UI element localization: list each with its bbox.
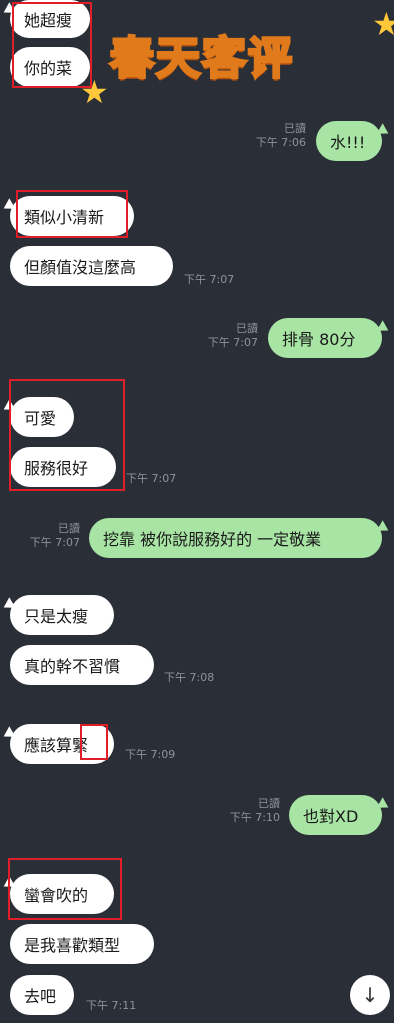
message-outgoing[interactable]: 排骨 80分 [268, 318, 382, 358]
message-text: 蠻會吹的 [24, 886, 89, 905]
message-meta: 已讀 下午 7:07 [14, 522, 80, 550]
message-time: 下午 7:07 [184, 273, 235, 286]
message-incoming[interactable]: 可愛 [10, 397, 74, 437]
message-text: 挖靠 被你說服務好的 一定敬業 [103, 530, 322, 549]
message-text: 也對XD [303, 807, 359, 826]
message-time: 下午 7:10 [229, 811, 280, 824]
read-receipt: 已讀 [236, 322, 258, 335]
message-incoming[interactable]: 你的菜 [10, 47, 90, 87]
message-meta: 下午 7:07 [184, 273, 234, 287]
message-time: 下午 7:07 [207, 336, 258, 349]
message-text: 她超瘦 [24, 11, 73, 30]
message-time: 下午 7:07 [126, 472, 177, 485]
message-incoming[interactable]: 只是太瘦 [10, 595, 114, 635]
message-meta: 下午 7:08 [164, 671, 214, 685]
message-text: 只是太瘦 [24, 607, 89, 626]
read-receipt: 已讀 [284, 122, 306, 135]
banner-title: 春天客评 [109, 32, 294, 86]
read-receipt: 已讀 [258, 797, 280, 810]
message-meta: 下午 7:09 [125, 748, 175, 762]
message-meta: 已讀 下午 7:07 [190, 322, 258, 350]
message-outgoing[interactable]: 也對XD [289, 795, 382, 835]
message-incoming[interactable]: 是我喜歡類型 [10, 924, 154, 964]
message-text: 可愛 [24, 409, 57, 428]
message-meta: 已讀 下午 7:10 [212, 797, 280, 825]
message-text: 但顏值沒這麼高 [24, 258, 137, 277]
message-time: 下午 7:06 [255, 136, 306, 149]
message-meta: 下午 7:07 [126, 472, 176, 486]
message-incoming[interactable]: 她超瘦 [10, 0, 90, 38]
message-text: 你的菜 [24, 59, 73, 78]
message-incoming[interactable]: 但顏值沒這麼高 [10, 246, 173, 286]
message-incoming[interactable]: 應該算緊 [10, 724, 114, 764]
message-text: 是我喜歡類型 [24, 936, 121, 955]
chat-area[interactable]: 春天客评 ★ ★ 她超瘦 你的菜 已讀 下午 7:06 水!!! 類似小清新 但… [0, 0, 394, 1023]
message-meta: 下午 7:11 [86, 999, 136, 1013]
message-time: 下午 7:11 [86, 999, 137, 1012]
message-text: 服務很好 [24, 459, 89, 478]
message-text: 去吧 [24, 987, 57, 1006]
message-text: 應該算緊 [24, 736, 89, 755]
message-time: 下午 7:09 [125, 748, 176, 761]
message-incoming[interactable]: 類似小清新 [10, 196, 134, 236]
message-meta: 已讀 下午 7:06 [240, 122, 306, 150]
message-incoming[interactable]: 服務很好 [10, 447, 116, 487]
arrow-down-icon: ↓ [361, 983, 379, 1007]
message-outgoing[interactable]: 挖靠 被你說服務好的 一定敬業 [89, 518, 382, 558]
message-time: 下午 7:07 [29, 536, 80, 549]
scroll-to-bottom-button[interactable]: ↓ [350, 975, 390, 1015]
message-incoming[interactable]: 去吧 [10, 975, 74, 1015]
message-text: 真的幹不習慣 [24, 657, 121, 676]
message-outgoing[interactable]: 水!!! [316, 121, 382, 161]
message-text: 類似小清新 [24, 208, 105, 227]
message-time: 下午 7:08 [164, 671, 215, 684]
message-incoming[interactable]: 蠻會吹的 [10, 874, 114, 914]
message-text: 水!!! [330, 133, 366, 152]
read-receipt: 已讀 [58, 522, 80, 535]
message-text: 排骨 80分 [282, 330, 356, 349]
message-incoming[interactable]: 真的幹不習慣 [10, 645, 154, 685]
star-icon: ★ [372, 5, 394, 43]
